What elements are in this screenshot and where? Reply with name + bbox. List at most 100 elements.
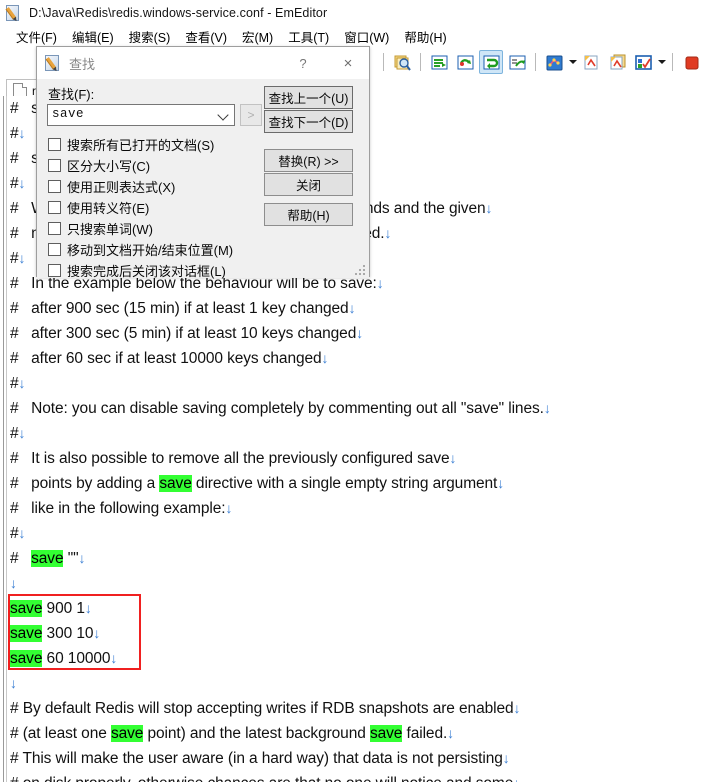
- replace-all-icon[interactable]: [505, 50, 529, 74]
- stop-icon[interactable]: [679, 50, 703, 74]
- eol-marker-icon: ↓: [18, 125, 26, 141]
- code-line: # It is also possible to remove all the …: [10, 446, 703, 471]
- code-line: #↓: [10, 421, 703, 446]
- code-line: # This will make the user aware (in a ha…: [10, 746, 703, 771]
- checkbox-match-whole-word[interactable]: 只搜索单词(W): [48, 219, 153, 238]
- code-text: 60 10000: [42, 650, 111, 667]
- find-input-value: save: [52, 107, 85, 121]
- eol-marker-icon: ↓: [447, 725, 455, 741]
- eol-marker-icon: ↓: [10, 575, 17, 591]
- code-line: #↓: [10, 371, 703, 396]
- checkbox-label: 搜索所有已打开的文档(S): [67, 138, 215, 153]
- checkbox-label: 使用正则表达式(X): [67, 180, 176, 195]
- code-line: save 300 10↓: [10, 621, 703, 646]
- code-line: # (at least one save point) and the late…: [10, 721, 703, 746]
- search-match-highlight: save: [31, 550, 64, 567]
- checkbox-move-to-doc-start-end[interactable]: 移动到文档开始/结束位置(M): [48, 240, 233, 259]
- emeditor-window: D:\Java\Redis\redis.windows-service.conf…: [0, 0, 703, 782]
- eol-marker-icon: ↓: [485, 200, 493, 216]
- find-next-icon[interactable]: [427, 50, 451, 74]
- find-input[interactable]: save: [47, 104, 235, 126]
- checklist-dropdown-icon[interactable]: [656, 50, 667, 74]
- code-text: 900 1: [42, 600, 85, 617]
- find-prev-icon[interactable]: [453, 50, 477, 74]
- eol-marker-icon: ↓: [18, 525, 26, 541]
- checkbox-use-escape[interactable]: 使用转义符(E): [48, 198, 149, 217]
- checkbox-label: 区分大小写(C): [67, 159, 151, 174]
- code-text: failed.: [402, 725, 448, 742]
- code-text: # This will make the user aware (in a ha…: [10, 750, 503, 767]
- gutter-divider-2: [6, 96, 7, 782]
- menu-window[interactable]: 窗口(W): [337, 26, 397, 47]
- find-dialog[interactable]: 查找 ? × 查找(F): save > 搜索所有已打开的文档(S) 区分大小写…: [36, 46, 370, 280]
- code-text: # (at least one: [10, 725, 111, 742]
- checkbox-box[interactable]: [48, 138, 61, 151]
- checkbox-label: 只搜索单词(W): [67, 222, 153, 237]
- menu-edit[interactable]: 编辑(E): [65, 26, 122, 47]
- eol-marker-icon: ↓: [356, 325, 364, 341]
- toolbar-separator: [672, 53, 673, 71]
- expand-options-button[interactable]: >: [240, 104, 262, 126]
- window-title: D:\Java\Redis\redis.windows-service.conf…: [29, 6, 328, 20]
- replace-button[interactable]: 替换(R) >>: [264, 149, 353, 172]
- code-line: # on disk properly, otherwise chances ar…: [10, 771, 703, 782]
- code-text: #: [10, 175, 19, 192]
- checkbox-box[interactable]: [48, 243, 61, 256]
- code-line: # like in the following example:↓: [10, 496, 703, 521]
- checkbox-search-all-open-documents[interactable]: 搜索所有已打开的文档(S): [48, 135, 214, 154]
- menu-help[interactable]: 帮助(H): [397, 26, 454, 47]
- snippet-icon[interactable]: [579, 50, 603, 74]
- code-line: # By default Redis will stop accepting w…: [10, 696, 703, 721]
- menu-macro[interactable]: 宏(M): [235, 26, 281, 47]
- checkbox-box[interactable]: [48, 180, 61, 193]
- checkbox-box[interactable]: [48, 159, 61, 172]
- checkbox-use-regex[interactable]: 使用正则表达式(X): [48, 177, 175, 196]
- checkbox-match-case[interactable]: 区分大小写(C): [48, 156, 150, 175]
- code-text: # on disk properly, otherwise chances ar…: [10, 775, 513, 782]
- code-text: # It is also possible to remove all the …: [10, 450, 450, 467]
- code-line: ↓: [10, 571, 703, 596]
- code-text: # points by adding a: [10, 475, 160, 492]
- menu-view[interactable]: 查看(V): [178, 26, 235, 47]
- chevron-down-icon[interactable]: [219, 111, 230, 119]
- code-line: # save ""↓: [10, 546, 703, 571]
- eol-marker-icon: ↓: [543, 400, 551, 416]
- menu-file[interactable]: 文件(F): [9, 26, 65, 47]
- checkbox-label: 使用转义符(E): [67, 201, 150, 216]
- code-text: #: [10, 125, 19, 142]
- title-bar: D:\Java\Redis\redis.windows-service.conf…: [0, 0, 703, 26]
- checkbox-label: 移动到文档开始/结束位置(M): [67, 243, 234, 258]
- close-button[interactable]: 关闭: [264, 173, 353, 196]
- snippets-icon[interactable]: [605, 50, 629, 74]
- eol-marker-icon: ↓: [18, 250, 26, 266]
- checklist-icon[interactable]: [631, 50, 655, 74]
- find-icon[interactable]: [390, 50, 414, 74]
- code-text: #: [10, 375, 19, 392]
- find-next-button[interactable]: 查找下一个(D): [264, 110, 353, 133]
- menu-tools[interactable]: 工具(T): [281, 26, 337, 47]
- replace-icon[interactable]: [479, 50, 503, 74]
- find-dialog-body: 查找(F): save > 搜索所有已打开的文档(S) 区分大小写(C) 使用正…: [37, 79, 369, 280]
- help-icon[interactable]: ?: [293, 53, 313, 73]
- checkbox-close-after-search[interactable]: 搜索完成后关闭该对话框(L): [48, 261, 226, 280]
- bookmark-dropdown-icon[interactable]: [567, 50, 578, 74]
- help-button[interactable]: 帮助(H): [264, 203, 353, 226]
- search-match-highlight: save: [10, 625, 43, 642]
- code-text: #: [10, 250, 19, 267]
- code-line: # points by adding a save directive with…: [10, 471, 703, 496]
- bookmark-icon[interactable]: [542, 50, 566, 74]
- eol-marker-icon: ↓: [449, 450, 457, 466]
- find-dialog-title: 查找: [69, 56, 96, 72]
- code-text: # after 60 sec if at least 10000 keys ch…: [10, 350, 322, 367]
- checkbox-box[interactable]: [48, 264, 61, 277]
- code-text: # like in the following example:: [10, 500, 226, 517]
- gutter-divider: [3, 96, 4, 782]
- resize-grip-icon[interactable]: [355, 265, 366, 276]
- find-previous-button[interactable]: 查找上一个(U): [264, 86, 353, 109]
- menu-bar: 文件(F) 编辑(E) 搜索(S) 查看(V) 宏(M) 工具(T) 窗口(W)…: [0, 26, 703, 47]
- code-line: # after 900 sec (15 min) if at least 1 k…: [10, 296, 703, 321]
- checkbox-box[interactable]: [48, 201, 61, 214]
- menu-search[interactable]: 搜索(S): [122, 26, 179, 47]
- checkbox-box[interactable]: [48, 222, 61, 235]
- close-icon[interactable]: ×: [337, 53, 359, 73]
